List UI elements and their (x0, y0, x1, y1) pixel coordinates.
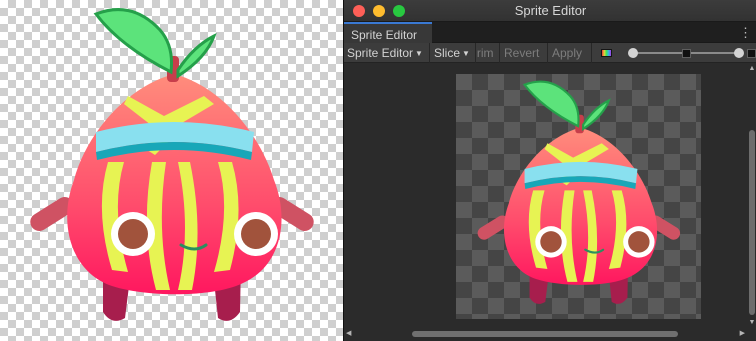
toolbar: Sprite Editor▼ Slice▼ Trim Revert Apply (344, 43, 756, 63)
screen: Sprite Editor Sprite Editor ⋮ Sprite Edi… (0, 0, 756, 341)
zoom-slider-min-knob[interactable] (628, 48, 638, 58)
tab-bar: Sprite Editor ⋮ (344, 22, 756, 43)
sprite-preview (0, 0, 343, 341)
rgb-channels-icon (601, 49, 612, 57)
slice-dropdown-label: Slice (434, 46, 461, 60)
title-bar: Sprite Editor (344, 0, 756, 22)
window-title: Sprite Editor (514, 3, 587, 18)
sprite-canvas[interactable] (456, 74, 701, 319)
large-checker-icon (747, 49, 756, 58)
trim-label: Trim (477, 46, 494, 60)
horizontal-scroll-thumb[interactable] (412, 331, 678, 337)
rgb-channels-button[interactable] (595, 43, 617, 63)
small-checker-icon (682, 49, 691, 58)
sprite-editor-window: Sprite Editor Sprite Editor ⋮ Sprite Edi… (343, 0, 756, 341)
tab-sprite-editor[interactable]: Sprite Editor (344, 22, 432, 43)
apply-button[interactable]: Apply (549, 43, 592, 63)
sprite-editor-dropdown[interactable]: Sprite Editor ▼ (344, 43, 430, 63)
scroll-up-icon[interactable]: ▲ (748, 65, 756, 72)
sprite-image (30, 8, 314, 321)
vertical-scroll-thumb[interactable] (749, 130, 755, 315)
sprite-canvas-viewport[interactable] (344, 64, 747, 327)
scroll-left-icon[interactable]: ◀ (346, 329, 351, 337)
chevron-down-icon: ▼ (462, 49, 470, 58)
zoom-slider-knob[interactable] (734, 48, 744, 58)
kebab-menu-icon[interactable]: ⋮ (739, 25, 752, 41)
slice-dropdown[interactable]: Slice ▼ (431, 43, 476, 63)
trim-button[interactable]: Trim (477, 43, 500, 63)
sprite-image (477, 80, 681, 304)
scroll-down-icon[interactable]: ▼ (748, 319, 756, 326)
horizontal-scrollbar[interactable]: ◀ ▶ (344, 327, 747, 341)
revert-button[interactable]: Revert (501, 43, 548, 63)
chevron-down-icon: ▼ (415, 49, 423, 58)
scroll-right-icon[interactable]: ▶ (740, 329, 745, 337)
vertical-scrollbar[interactable]: ▲ ▼ (747, 64, 756, 327)
sprite-editor-dropdown-label: Sprite Editor (347, 46, 414, 60)
